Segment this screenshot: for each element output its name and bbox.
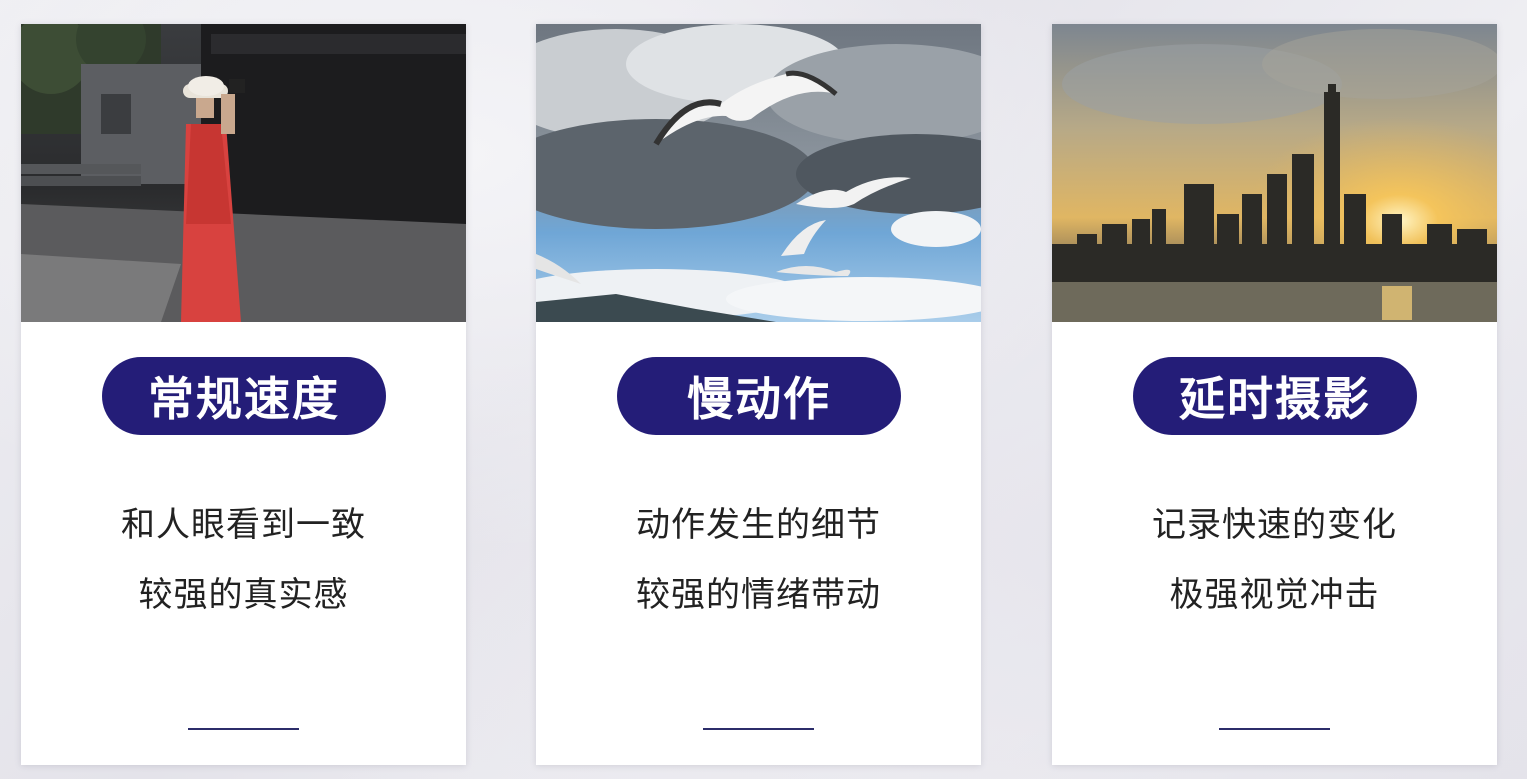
divider-line bbox=[188, 728, 299, 730]
photo-woman-in-red-dress bbox=[21, 24, 466, 322]
card-title: 慢动作 bbox=[687, 372, 831, 426]
card-title: 延时摄影 bbox=[1179, 372, 1371, 426]
card-slow-motion: 慢动作 动作发生的细节 较强的情绪带动 bbox=[536, 24, 981, 765]
description-line-2: 极强视觉冲击 bbox=[1169, 575, 1380, 615]
card-time-lapse: 延时摄影 记录快速的变化 极强视觉冲击 bbox=[1052, 24, 1497, 765]
description-line-1: 记录快速的变化 bbox=[1152, 505, 1397, 545]
description-line-2: 较强的情绪带动 bbox=[636, 575, 881, 615]
card-title: 常规速度 bbox=[148, 372, 340, 426]
photo-seagulls-in-sky bbox=[536, 24, 981, 322]
title-pill: 慢动作 bbox=[617, 357, 901, 435]
description-line-1: 和人眼看到一致 bbox=[121, 505, 366, 545]
description-line-2: 较强的真实感 bbox=[138, 575, 349, 615]
card-normal-speed: 常规速度 和人眼看到一致 较强的真实感 bbox=[21, 24, 466, 765]
title-pill: 延时摄影 bbox=[1133, 357, 1417, 435]
photo-city-skyline-sunset bbox=[1052, 24, 1497, 322]
title-pill: 常规速度 bbox=[102, 357, 386, 435]
divider-line bbox=[1219, 728, 1330, 730]
description-line-1: 动作发生的细节 bbox=[636, 505, 881, 545]
divider-line bbox=[703, 728, 814, 730]
